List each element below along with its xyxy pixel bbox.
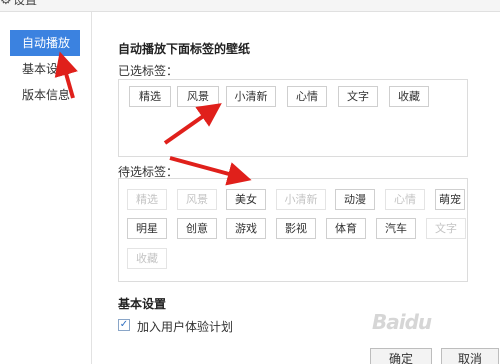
candidate-tags-box: 精选 风景 美女 小清新 动漫 心情 萌宠 明星 创意 游戏 影视 体育 汽车 … bbox=[118, 178, 468, 282]
sidebar-item-autoplay[interactable]: 自动播放 bbox=[10, 30, 80, 56]
selected-tag[interactable]: 精选 bbox=[129, 86, 171, 107]
baidu-watermark: Baidu bbox=[372, 310, 432, 334]
selected-tags-box: 精选 风景 小清新 心情 文字 收藏 bbox=[118, 79, 468, 157]
sidebar-item-version-info[interactable]: 版本信息 bbox=[10, 82, 80, 108]
candidate-tag[interactable]: 萌宠 bbox=[435, 189, 465, 210]
cancel-button[interactable]: 取消 bbox=[441, 348, 499, 364]
candidate-tag[interactable]: 游戏 bbox=[226, 218, 266, 239]
candidate-tag: 风景 bbox=[177, 189, 217, 210]
window-title: 设置 bbox=[13, 0, 38, 7]
candidate-tag[interactable]: 汽车 bbox=[376, 218, 416, 239]
candidate-tag: 心情 bbox=[385, 189, 425, 210]
selected-tag[interactable]: 风景 bbox=[177, 86, 219, 107]
candidate-tag[interactable]: 创意 bbox=[177, 218, 217, 239]
selected-tag[interactable]: 心情 bbox=[287, 86, 327, 107]
join-program-checkbox[interactable]: ✓ bbox=[118, 319, 130, 331]
main-panel: 自动播放下面标签的壁纸 已选标签： 精选 风景 小清新 心情 文字 收藏 待选标… bbox=[93, 12, 500, 364]
sidebar: 自动播放 基本设置 版本信息 bbox=[0, 12, 92, 364]
title-bar: ⚙ 设置 bbox=[0, 0, 500, 12]
section-title: 自动播放下面标签的壁纸 bbox=[118, 42, 251, 56]
join-program-label[interactable]: 加入用户体验计划 bbox=[137, 318, 233, 335]
ok-button[interactable]: 确定 bbox=[370, 348, 432, 364]
basic-settings-title: 基本设置 bbox=[118, 297, 167, 311]
selected-tags-label: 已选标签： bbox=[118, 64, 179, 78]
candidate-tag[interactable]: 影视 bbox=[276, 218, 316, 239]
candidate-tag[interactable]: 明星 bbox=[127, 218, 167, 239]
selected-tag[interactable]: 文字 bbox=[338, 86, 378, 107]
selected-tag[interactable]: 收藏 bbox=[389, 86, 429, 107]
selected-tag[interactable]: 小清新 bbox=[226, 86, 276, 107]
candidate-tag[interactable]: 体育 bbox=[326, 218, 366, 239]
candidate-tag[interactable]: 美女 bbox=[226, 189, 266, 210]
sidebar-item-basic-settings[interactable]: 基本设置 bbox=[10, 56, 80, 82]
candidate-tag[interactable]: 动漫 bbox=[335, 189, 375, 210]
candidate-tag: 小清新 bbox=[276, 189, 326, 210]
gear-icon: ⚙ bbox=[0, 0, 12, 8]
candidate-tag: 收藏 bbox=[127, 248, 167, 269]
candidate-tag: 精选 bbox=[127, 189, 167, 210]
candidate-tag: 文字 bbox=[426, 218, 466, 239]
